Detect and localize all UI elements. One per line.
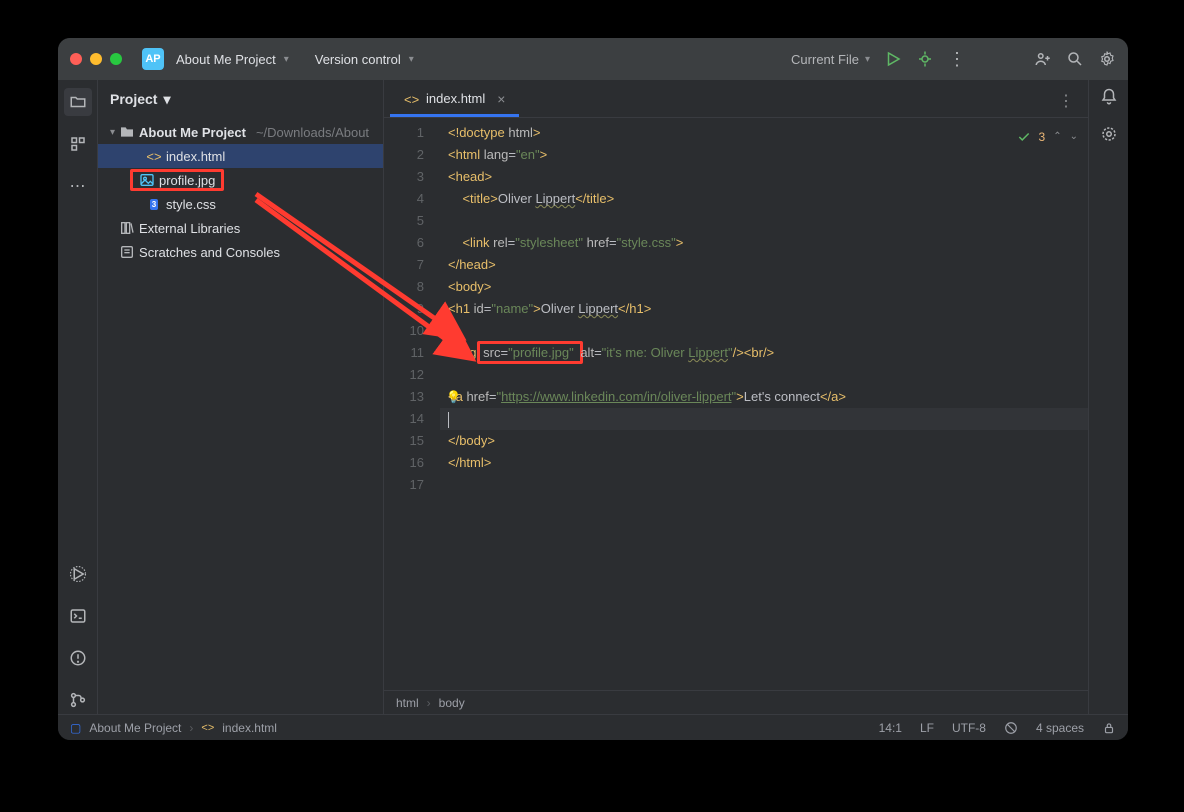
search-icon[interactable] [1066,50,1084,68]
lock-icon[interactable] [1102,721,1116,735]
project-name[interactable]: About Me Project [176,52,276,67]
titlebar: AP About Me Project ▾ Version control ▾ … [58,38,1128,80]
statusbar: ▢ About Me Project › <> index.html 14:1 … [58,714,1128,740]
html-file-icon: <> [201,722,214,734]
notifications-button[interactable] [1100,88,1118,111]
image-file-icon [139,172,155,188]
editor-breadcrumb: html › body [384,690,1088,714]
code-with-me-icon[interactable] [1034,50,1052,68]
nav-square-icon[interactable]: ▢ [70,721,81,735]
tree-file-index[interactable]: <> index.html [98,144,383,168]
css-file-icon: 3 [146,196,162,212]
scratches-icon [119,244,135,260]
tree-scratches[interactable]: ▸ Scratches and Consoles [98,240,383,264]
terminal-tool-button[interactable] [64,602,92,630]
project-avatar: AP [142,48,164,70]
ai-assistant-button[interactable] [1100,125,1118,148]
indent-setting[interactable]: 4 spaces [1036,721,1084,735]
code-content[interactable]: <!doctype html><html lang="en"><head> <t… [440,118,1088,690]
tree-file-profile[interactable]: profile.jpg [98,168,383,192]
structure-tool-button[interactable] [64,130,92,158]
ide-window: AP About Me Project ▾ Version control ▾ … [58,38,1128,740]
project-tree: ▾ About Me Project ~/Downloads/About <> … [98,118,383,714]
html-file-icon: <> [404,92,418,106]
run-icon[interactable] [884,50,902,68]
html-file-icon: <> [146,148,162,164]
left-tool-rail: ⋯ [58,80,98,714]
line-ending[interactable]: LF [920,721,934,735]
file-encoding[interactable]: UTF-8 [952,721,986,735]
window-controls [70,53,122,65]
close-tab-icon[interactable]: × [497,91,505,107]
statusbar-project[interactable]: About Me Project [89,721,181,735]
tree-root[interactable]: ▾ About Me Project ~/Downloads/About [98,120,383,144]
version-control-menu[interactable]: Version control [315,52,401,67]
project-tool-button[interactable] [64,88,92,116]
chevron-down-icon: ▾ [865,54,870,65]
reader-mode-icon[interactable] [1004,721,1018,735]
folder-icon [119,124,135,140]
project-sidebar: Project ▾ ▾ About Me Project ~/Downloads… [98,80,384,714]
debug-icon[interactable] [916,50,934,68]
editor-tab[interactable]: <> index.html × [390,83,519,117]
chevron-down-icon: ▾ [409,54,414,65]
breadcrumb-separator-icon: › [427,696,431,710]
library-icon [119,220,135,236]
minimize-window-button[interactable] [90,53,102,65]
right-tool-rail [1088,80,1128,714]
tree-external-libs[interactable]: ▸ External Libraries [98,216,383,240]
breadcrumb-item[interactable]: body [439,696,465,710]
chevron-down-icon: ▾ [110,127,115,138]
cursor-position[interactable]: 14:1 [879,721,902,735]
maximize-window-button[interactable] [110,53,122,65]
breadcrumb-item[interactable]: html [396,696,419,710]
settings-icon[interactable] [1098,50,1116,68]
close-window-button[interactable] [70,53,82,65]
chevron-down-icon: ▾ [163,91,170,108]
problems-tool-button[interactable] [64,644,92,672]
code-editor[interactable]: 3 ⌃ ⌄ 1234567891011121314151617 <!doctyp… [384,118,1088,690]
sidebar-header[interactable]: Project ▾ [98,80,383,118]
services-tool-button[interactable] [64,560,92,588]
tree-file-style[interactable]: 3 style.css [98,192,383,216]
gutter[interactable]: 1234567891011121314151617 [384,118,440,690]
run-config-selector[interactable]: Current File ▾ [791,52,870,67]
annotation-highlight: profile.jpg [130,169,224,191]
editor-area: <> index.html × ⋮ 3 ⌃ ⌄ 1234567891011121… [384,80,1088,714]
tab-more-icon[interactable]: ⋮ [1052,85,1080,117]
more-tools-button[interactable]: ⋯ [64,172,92,200]
git-tool-button[interactable] [64,686,92,714]
chevron-down-icon: ▾ [284,54,289,65]
statusbar-file[interactable]: index.html [222,721,277,735]
more-icon[interactable]: ⋮ [948,49,966,70]
editor-tabs: <> index.html × ⋮ [384,80,1088,118]
